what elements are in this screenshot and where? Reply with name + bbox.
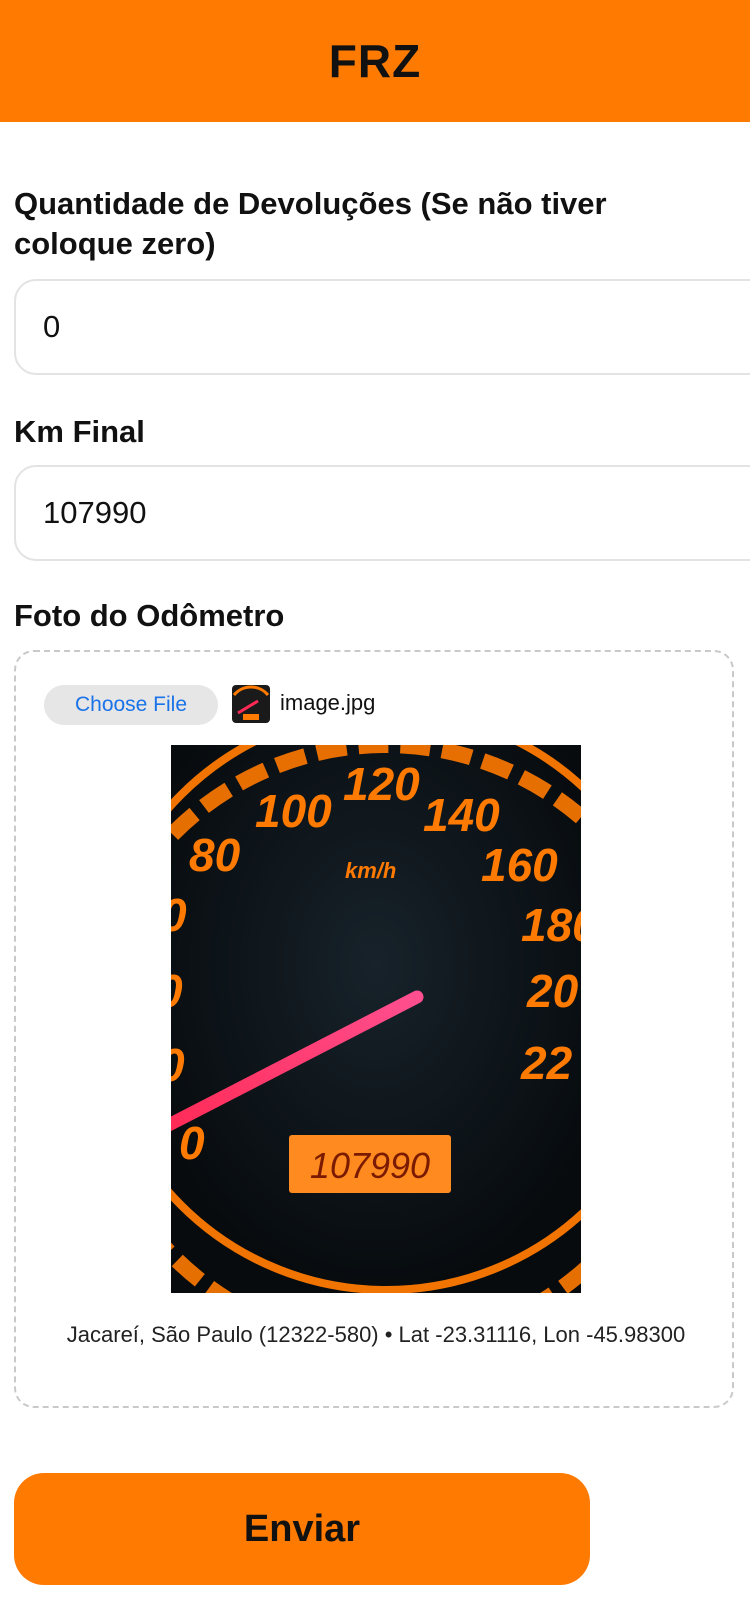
speed-label-60: 0 — [171, 889, 187, 941]
speed-label-40: 0 — [171, 965, 183, 1017]
speed-label-120: 120 — [343, 758, 420, 810]
speed-label-20: 0 — [171, 1039, 185, 1091]
speed-label-100: 100 — [255, 785, 332, 837]
submit-button[interactable]: Enviar — [14, 1473, 590, 1585]
speed-unit: km/h — [345, 858, 396, 883]
devolucoes-input[interactable] — [14, 279, 750, 375]
km-final-label: Km Final — [14, 414, 145, 449]
photo-upload-area: Choose File image.jpg 100 120 140 80 160… — [14, 650, 734, 1408]
file-thumbnail — [232, 685, 270, 723]
choose-file-button[interactable]: Choose File — [44, 685, 218, 725]
speed-label-200: 20 — [526, 965, 579, 1017]
odometer-photo-preview: 100 120 140 80 160 0 180 0 20 0 22 0 km/… — [171, 745, 581, 1293]
file-name: image.jpg — [280, 690, 376, 715]
devolucoes-label: Quantidade de Devoluções (Se não tiver c… — [14, 186, 607, 261]
km-final-input[interactable] — [14, 465, 750, 561]
speed-label-140: 140 — [423, 789, 500, 841]
app-header: FRZ — [0, 0, 750, 122]
odometer-reading: 107990 — [310, 1145, 430, 1186]
foto-odometro-label: Foto do Odômetro — [14, 598, 285, 633]
speed-label-180: 180 — [521, 899, 581, 951]
app-title: FRZ — [328, 35, 422, 87]
speed-label-80: 80 — [189, 829, 241, 881]
speed-label-220: 22 — [520, 1037, 573, 1089]
photo-location: Jacareí, São Paulo (12322-580) • Lat -23… — [66, 1322, 686, 1347]
speed-label-160: 160 — [481, 839, 558, 891]
